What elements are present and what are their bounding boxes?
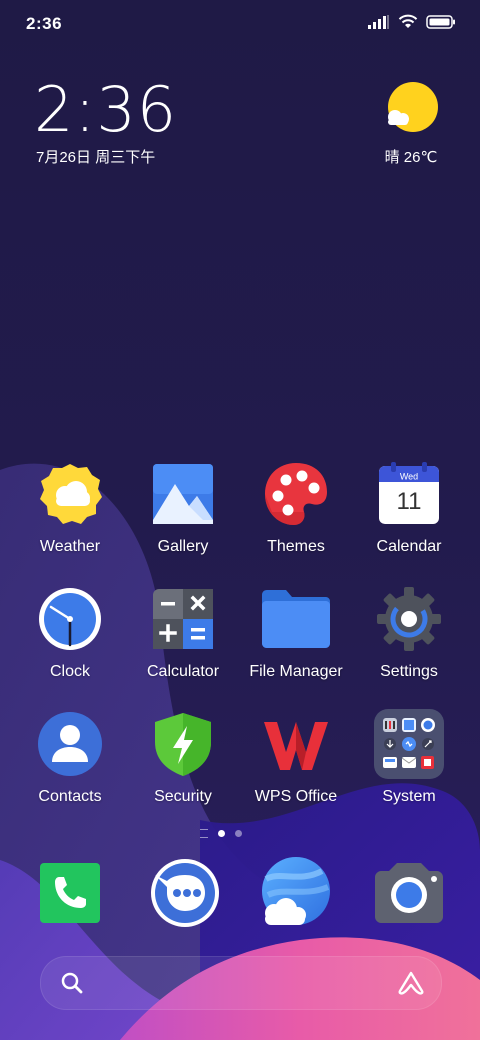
gallery-icon bbox=[151, 462, 215, 526]
system-folder-icon bbox=[374, 709, 444, 779]
dock-messages[interactable] bbox=[147, 857, 219, 929]
messages-icon bbox=[151, 859, 219, 927]
folder-icon bbox=[262, 587, 330, 651]
app-system-folder[interactable]: System bbox=[353, 709, 465, 806]
assistant-icon[interactable] bbox=[397, 971, 425, 995]
calendar-month: Wed bbox=[400, 472, 418, 482]
app-label: Security bbox=[154, 788, 212, 805]
app-label: Clock bbox=[49, 663, 90, 680]
wps-icon bbox=[264, 712, 328, 776]
gear-icon bbox=[377, 587, 441, 651]
signal-icon bbox=[368, 14, 389, 29]
pager-dot bbox=[235, 830, 242, 837]
status-icons bbox=[368, 14, 456, 29]
weather-widget-text: 晴 26℃ bbox=[384, 149, 438, 166]
page-indicator[interactable] bbox=[200, 829, 242, 838]
app-label: Gallery bbox=[157, 538, 209, 555]
pager-dot-active bbox=[218, 830, 225, 837]
app-label: WPS Office bbox=[254, 788, 338, 805]
calendar-icon: Wed 11 bbox=[377, 462, 441, 526]
app-label: File Manager bbox=[249, 663, 343, 680]
dock-camera[interactable] bbox=[373, 857, 445, 929]
wifi-icon bbox=[398, 14, 418, 28]
weather-icon bbox=[38, 462, 102, 526]
clock-widget-date[interactable]: 7月26日 周三下午 bbox=[36, 146, 155, 167]
app-clock[interactable]: Clock bbox=[14, 587, 126, 681]
app-themes[interactable]: Themes bbox=[240, 462, 352, 556]
browser-icon bbox=[262, 857, 330, 925]
search-icon[interactable] bbox=[61, 972, 83, 994]
app-label: Calculator bbox=[146, 663, 220, 680]
app-label: System bbox=[382, 788, 436, 805]
camera-icon bbox=[375, 863, 443, 923]
app-label: Settings bbox=[380, 663, 438, 680]
clock-icon bbox=[38, 587, 102, 651]
app-contacts[interactable]: Contacts bbox=[14, 712, 126, 806]
shield-icon bbox=[151, 712, 215, 776]
app-label: Themes bbox=[267, 538, 325, 555]
clock-widget-time[interactable]: 2:36 bbox=[34, 74, 177, 146]
phone-icon bbox=[40, 863, 100, 923]
sunny-cloud-icon bbox=[383, 82, 439, 138]
dock-phone[interactable] bbox=[34, 857, 106, 929]
calculator-icon bbox=[151, 587, 215, 651]
contacts-icon bbox=[38, 712, 102, 776]
app-label: Weather bbox=[39, 538, 101, 555]
battery-icon bbox=[426, 14, 455, 29]
status-time: 2:36 bbox=[26, 14, 63, 33]
app-weather[interactable]: Weather bbox=[14, 462, 126, 556]
app-gallery[interactable]: Gallery bbox=[127, 462, 239, 556]
app-file-manager[interactable]: File Manager bbox=[240, 587, 352, 681]
app-calculator[interactable]: Calculator bbox=[127, 587, 239, 681]
calendar-day: 11 bbox=[397, 488, 422, 515]
app-security[interactable]: Security bbox=[127, 712, 239, 806]
app-calendar[interactable]: Wed 11 Calendar bbox=[353, 462, 465, 556]
app-label: Calendar bbox=[376, 538, 442, 555]
app-settings[interactable]: Settings bbox=[353, 587, 465, 681]
search-bar[interactable] bbox=[40, 956, 442, 1010]
palette-icon bbox=[264, 462, 328, 526]
app-label: Contacts bbox=[38, 788, 102, 805]
pager-menu-icon bbox=[200, 829, 208, 838]
weather-widget[interactable]: 晴 26℃ bbox=[376, 82, 446, 167]
app-wps-office[interactable]: WPS Office bbox=[240, 712, 352, 806]
dock-browser[interactable] bbox=[260, 857, 332, 929]
